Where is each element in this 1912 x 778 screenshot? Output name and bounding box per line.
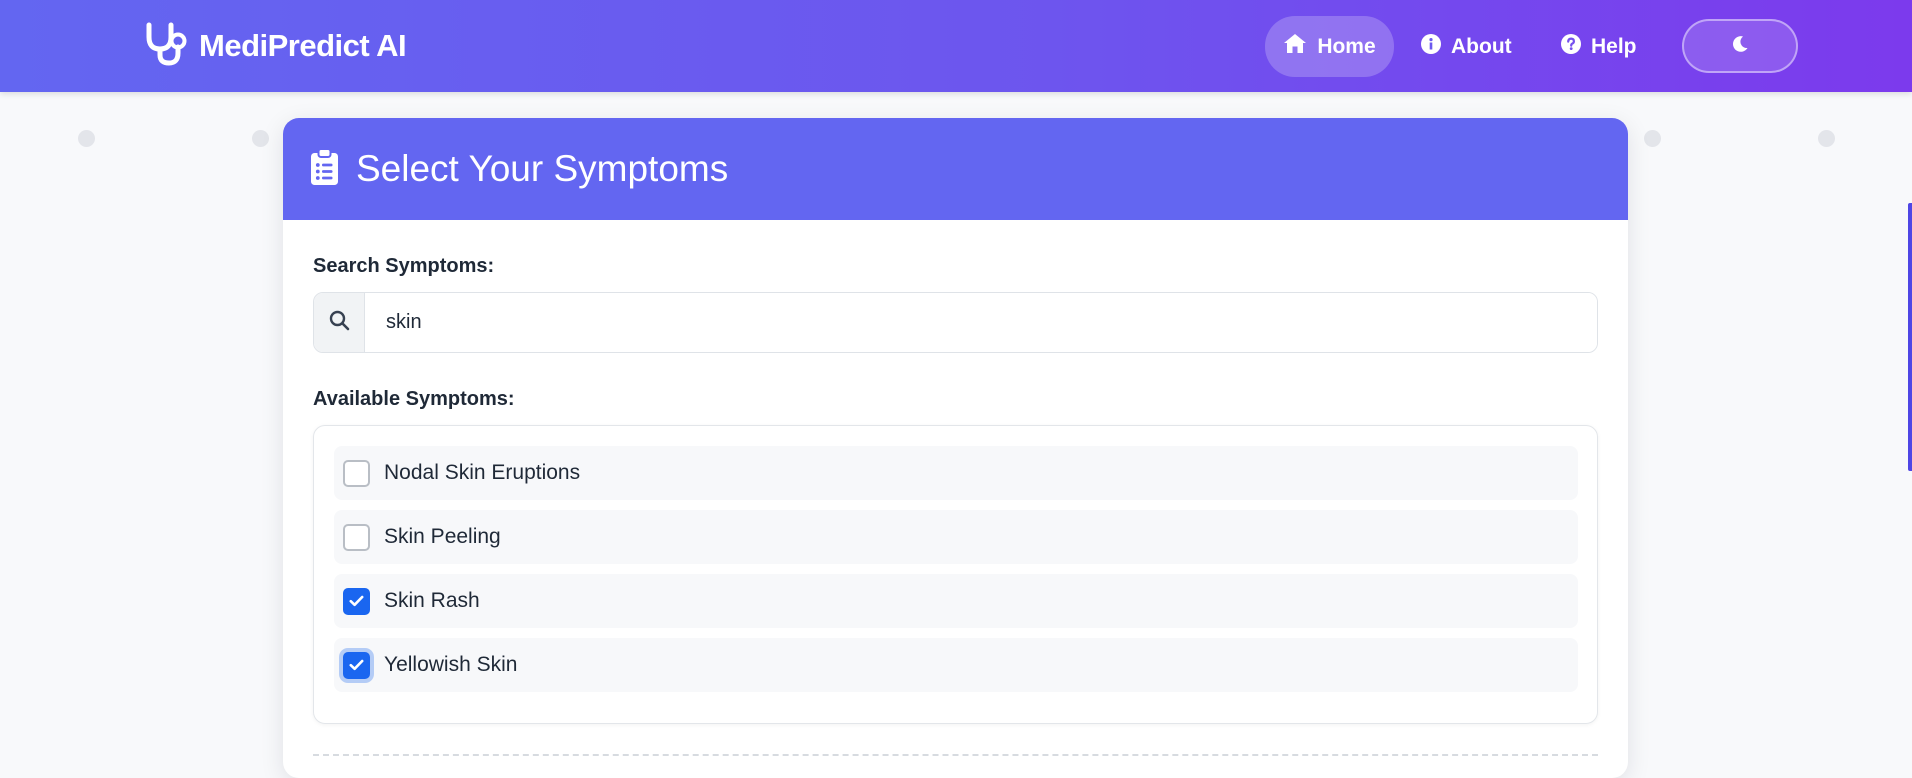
- question-icon: [1561, 33, 1581, 60]
- card-header: Select Your Symptoms: [283, 118, 1628, 220]
- available-symptoms-label: Available Symptoms:: [313, 388, 515, 410]
- search-input-group: [313, 292, 1598, 353]
- brand-logo-link[interactable]: MediPredict AI: [143, 21, 407, 72]
- brand-name: MediPredict AI: [199, 28, 407, 63]
- theme-toggle-button[interactable]: [1682, 19, 1798, 73]
- selected-symptoms-dropzone: [313, 754, 1598, 756]
- search-symptoms-label: Search Symptoms:: [313, 255, 495, 277]
- symptom-checkbox[interactable]: [343, 587, 370, 615]
- symptom-list: Nodal Skin Eruptions Skin Peeling Skin R…: [313, 425, 1598, 724]
- info-icon: [1421, 33, 1441, 60]
- symptom-item-yellowish-skin[interactable]: Yellowish Skin: [334, 638, 1578, 692]
- home-icon: [1283, 33, 1307, 60]
- symptom-label: Yellowish Skin: [384, 653, 518, 676]
- symptom-checkbox[interactable]: [343, 651, 370, 679]
- search-addon: [314, 293, 365, 352]
- top-navbar: MediPredict AI Home About Help: [0, 0, 1912, 92]
- symptom-label: Skin Peeling: [384, 525, 501, 548]
- stethoscope-icon: [143, 21, 191, 72]
- symptom-checkbox[interactable]: [343, 523, 370, 551]
- nav-home-link[interactable]: Home: [1265, 16, 1394, 77]
- search-input[interactable]: [365, 293, 1597, 352]
- nav-about-label: About: [1451, 34, 1512, 58]
- nav-help-link[interactable]: Help: [1561, 16, 1637, 77]
- nav-about-link[interactable]: About: [1421, 16, 1512, 77]
- symptom-item-skin-rash[interactable]: Skin Rash: [334, 574, 1578, 628]
- symptom-label: Nodal Skin Eruptions: [384, 461, 581, 484]
- card-title: Select Your Symptoms: [356, 148, 729, 189]
- symptom-label: Skin Rash: [384, 589, 480, 612]
- symptom-checkbox[interactable]: [343, 459, 370, 487]
- checkmark-icon: [349, 595, 364, 607]
- symptom-item-nodal-skin-eruptions[interactable]: Nodal Skin Eruptions: [334, 446, 1578, 500]
- symptom-item-skin-peeling[interactable]: Skin Peeling: [334, 510, 1578, 564]
- clipboard-list-icon: [311, 147, 338, 190]
- side-scroll-accent: [1908, 203, 1912, 471]
- symptom-selection-card: Select Your Symptoms Search Symptoms: Av…: [283, 118, 1628, 778]
- moon-icon: [1731, 35, 1749, 58]
- checkmark-icon: [349, 659, 364, 671]
- nav-help-label: Help: [1591, 34, 1637, 58]
- search-icon: [329, 310, 350, 336]
- nav-home-label: Home: [1317, 34, 1376, 58]
